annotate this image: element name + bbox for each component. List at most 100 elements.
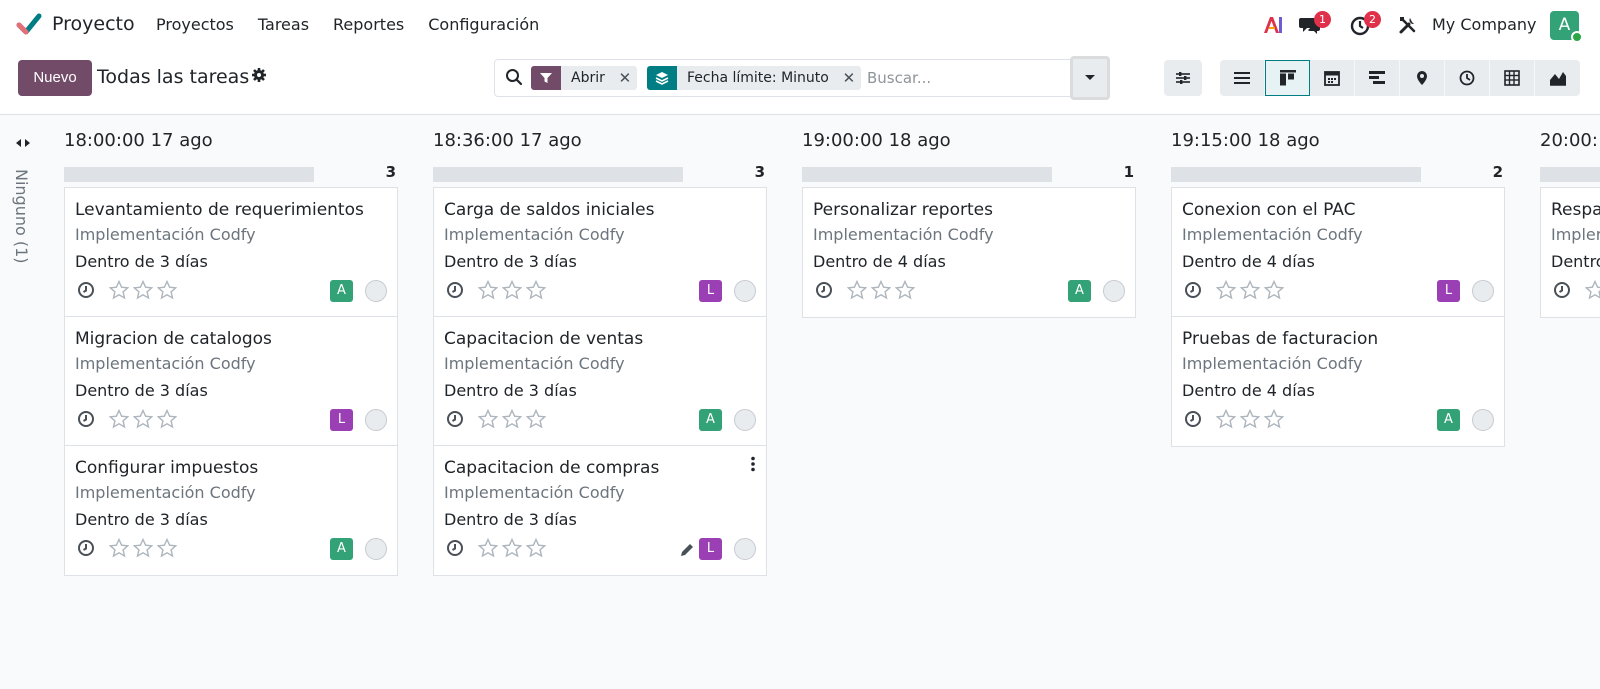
- activity-clock-icon[interactable]: [1553, 281, 1571, 299]
- assignee-avatar[interactable]: A: [699, 409, 722, 431]
- assignee-avatar[interactable]: A: [330, 538, 353, 560]
- company-switcher[interactable]: My Company: [1432, 15, 1536, 34]
- column-title[interactable]: 20:00:: [1540, 127, 1600, 157]
- search-icon[interactable]: [505, 68, 523, 86]
- column-title[interactable]: 18:00:00 17 ago: [64, 127, 398, 157]
- activity-view-button[interactable]: [1445, 60, 1490, 96]
- expand-arrows-icon[interactable]: [15, 135, 31, 151]
- star-icon[interactable]: [501, 537, 523, 558]
- activity-clock-icon[interactable]: [446, 410, 464, 428]
- activity-clock-icon[interactable]: [446, 281, 464, 299]
- task-state-circle[interactable]: [1472, 409, 1494, 431]
- search-options-toggle[interactable]: [1070, 56, 1110, 100]
- assignee-avatar[interactable]: L: [699, 280, 722, 302]
- star-icon[interactable]: [894, 279, 916, 300]
- list-view-button[interactable]: [1220, 60, 1265, 96]
- task-card[interactable]: Respa Impler Dentro: [1541, 188, 1600, 317]
- filter-settings-button[interactable]: [1164, 60, 1202, 96]
- star-icon[interactable]: [870, 279, 892, 300]
- progress-bar[interactable]: [64, 167, 314, 182]
- menu-item-configuracion[interactable]: Configuración: [428, 15, 539, 34]
- calendar-view-button[interactable]: [1310, 60, 1355, 96]
- task-state-circle[interactable]: [365, 538, 387, 560]
- new-button[interactable]: Nuevo: [18, 60, 92, 96]
- search-input[interactable]: [867, 66, 1057, 90]
- task-state-circle[interactable]: [365, 409, 387, 431]
- star-icon[interactable]: [108, 279, 130, 300]
- activity-clock-icon[interactable]: [446, 539, 464, 557]
- menu-item-reportes[interactable]: Reportes: [333, 15, 404, 34]
- star-icon[interactable]: [525, 279, 547, 300]
- menu-item-proyectos[interactable]: Proyectos: [156, 15, 234, 34]
- star-icon[interactable]: [477, 537, 499, 558]
- star-icon[interactable]: [108, 408, 130, 429]
- task-card[interactable]: Migracion de catalogos Implementación Cod…: [65, 317, 397, 446]
- task-state-circle[interactable]: [734, 409, 756, 431]
- kanban-view-button[interactable]: [1265, 60, 1310, 96]
- star-icon[interactable]: [108, 537, 130, 558]
- gantt-view-button[interactable]: [1355, 60, 1400, 96]
- task-card[interactable]: Levantamiento de requerimientos Implement…: [65, 188, 397, 317]
- star-icon[interactable]: [525, 408, 547, 429]
- star-icon[interactable]: [477, 408, 499, 429]
- activity-clock-icon[interactable]: [77, 539, 95, 557]
- kebab-menu-icon[interactable]: [750, 456, 756, 472]
- star-icon[interactable]: [132, 408, 154, 429]
- star-icon[interactable]: [1584, 279, 1600, 300]
- activity-clock-icon[interactable]: [1184, 281, 1202, 299]
- app-logo-icon[interactable]: [16, 12, 42, 38]
- star-icon[interactable]: [1215, 279, 1237, 300]
- task-card[interactable]: Carga de saldos iniciales Implementación …: [434, 188, 766, 317]
- task-card[interactable]: Conexion con el PAC Implementación Codfy D…: [1172, 188, 1504, 317]
- star-icon[interactable]: [156, 279, 178, 300]
- star-icon[interactable]: [846, 279, 868, 300]
- task-card[interactable]: Capacitacion de ventas Implementación Cod…: [434, 317, 766, 446]
- task-card[interactable]: Personalizar reportes Implementación Codf…: [803, 188, 1135, 317]
- assignee-avatar[interactable]: A: [1437, 409, 1460, 431]
- pivot-view-button[interactable]: [1490, 60, 1535, 96]
- debug-tools-icon[interactable]: [1398, 15, 1418, 35]
- star-icon[interactable]: [132, 279, 154, 300]
- gear-icon[interactable]: [251, 67, 267, 83]
- assignee-avatar[interactable]: L: [1437, 280, 1460, 302]
- task-card[interactable]: Pruebas de facturacion Implementación Cod…: [1172, 317, 1504, 446]
- star-icon[interactable]: [477, 279, 499, 300]
- graph-view-button[interactable]: [1535, 60, 1580, 96]
- pencil-icon[interactable]: [680, 542, 694, 556]
- activity-clock-icon[interactable]: [815, 281, 833, 299]
- task-state-circle[interactable]: [734, 538, 756, 560]
- activity-clock-icon[interactable]: [77, 410, 95, 428]
- column-title[interactable]: 19:00:00 18 ago: [802, 127, 1136, 157]
- close-icon[interactable]: ✕: [612, 66, 637, 90]
- star-icon[interactable]: [501, 408, 523, 429]
- folded-column[interactable]: Ninguno (1): [10, 133, 40, 283]
- activity-clock-icon[interactable]: [1184, 410, 1202, 428]
- progress-bar[interactable]: [802, 167, 1052, 182]
- star-icon[interactable]: [132, 537, 154, 558]
- star-icon[interactable]: [525, 537, 547, 558]
- menu-item-tareas[interactable]: Tareas: [258, 15, 309, 34]
- star-icon[interactable]: [1263, 408, 1285, 429]
- activity-clock-icon[interactable]: [77, 281, 95, 299]
- assignee-avatar[interactable]: L: [330, 409, 353, 431]
- assignee-avatar[interactable]: L: [699, 538, 722, 560]
- task-state-circle[interactable]: [365, 280, 387, 302]
- star-icon[interactable]: [501, 279, 523, 300]
- column-title[interactable]: 18:36:00 17 ago: [433, 127, 767, 157]
- star-icon[interactable]: [1239, 279, 1261, 300]
- task-state-circle[interactable]: [734, 280, 756, 302]
- assignee-avatar[interactable]: A: [1068, 280, 1091, 302]
- app-name[interactable]: Proyecto: [52, 13, 135, 35]
- progress-bar[interactable]: [433, 167, 683, 182]
- star-icon[interactable]: [1239, 408, 1261, 429]
- star-icon[interactable]: [1215, 408, 1237, 429]
- progress-bar[interactable]: [1540, 167, 1600, 182]
- assignee-avatar[interactable]: A: [330, 280, 353, 302]
- star-icon[interactable]: [156, 537, 178, 558]
- task-state-circle[interactable]: [1472, 280, 1494, 302]
- task-card[interactable]: Capacitacion de compras Implementación Co…: [434, 446, 766, 575]
- column-title[interactable]: 19:15:00 18 ago: [1171, 127, 1505, 157]
- progress-bar[interactable]: [1171, 167, 1421, 182]
- ai-icon[interactable]: [1262, 14, 1284, 36]
- close-icon[interactable]: ✕: [836, 66, 861, 90]
